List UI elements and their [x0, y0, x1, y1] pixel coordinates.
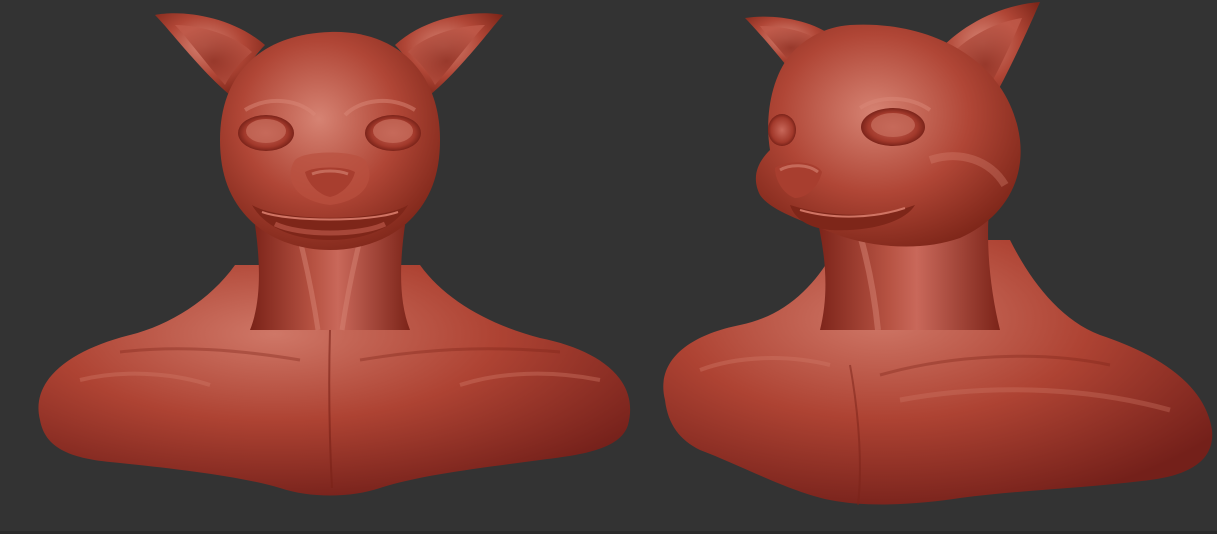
tq-left-eye — [768, 114, 796, 146]
front-bust — [38, 13, 631, 496]
sculpt-viewport — [0, 0, 1217, 534]
three-quarter-bust — [663, 2, 1213, 506]
front-view-render — [38, 2, 1213, 506]
